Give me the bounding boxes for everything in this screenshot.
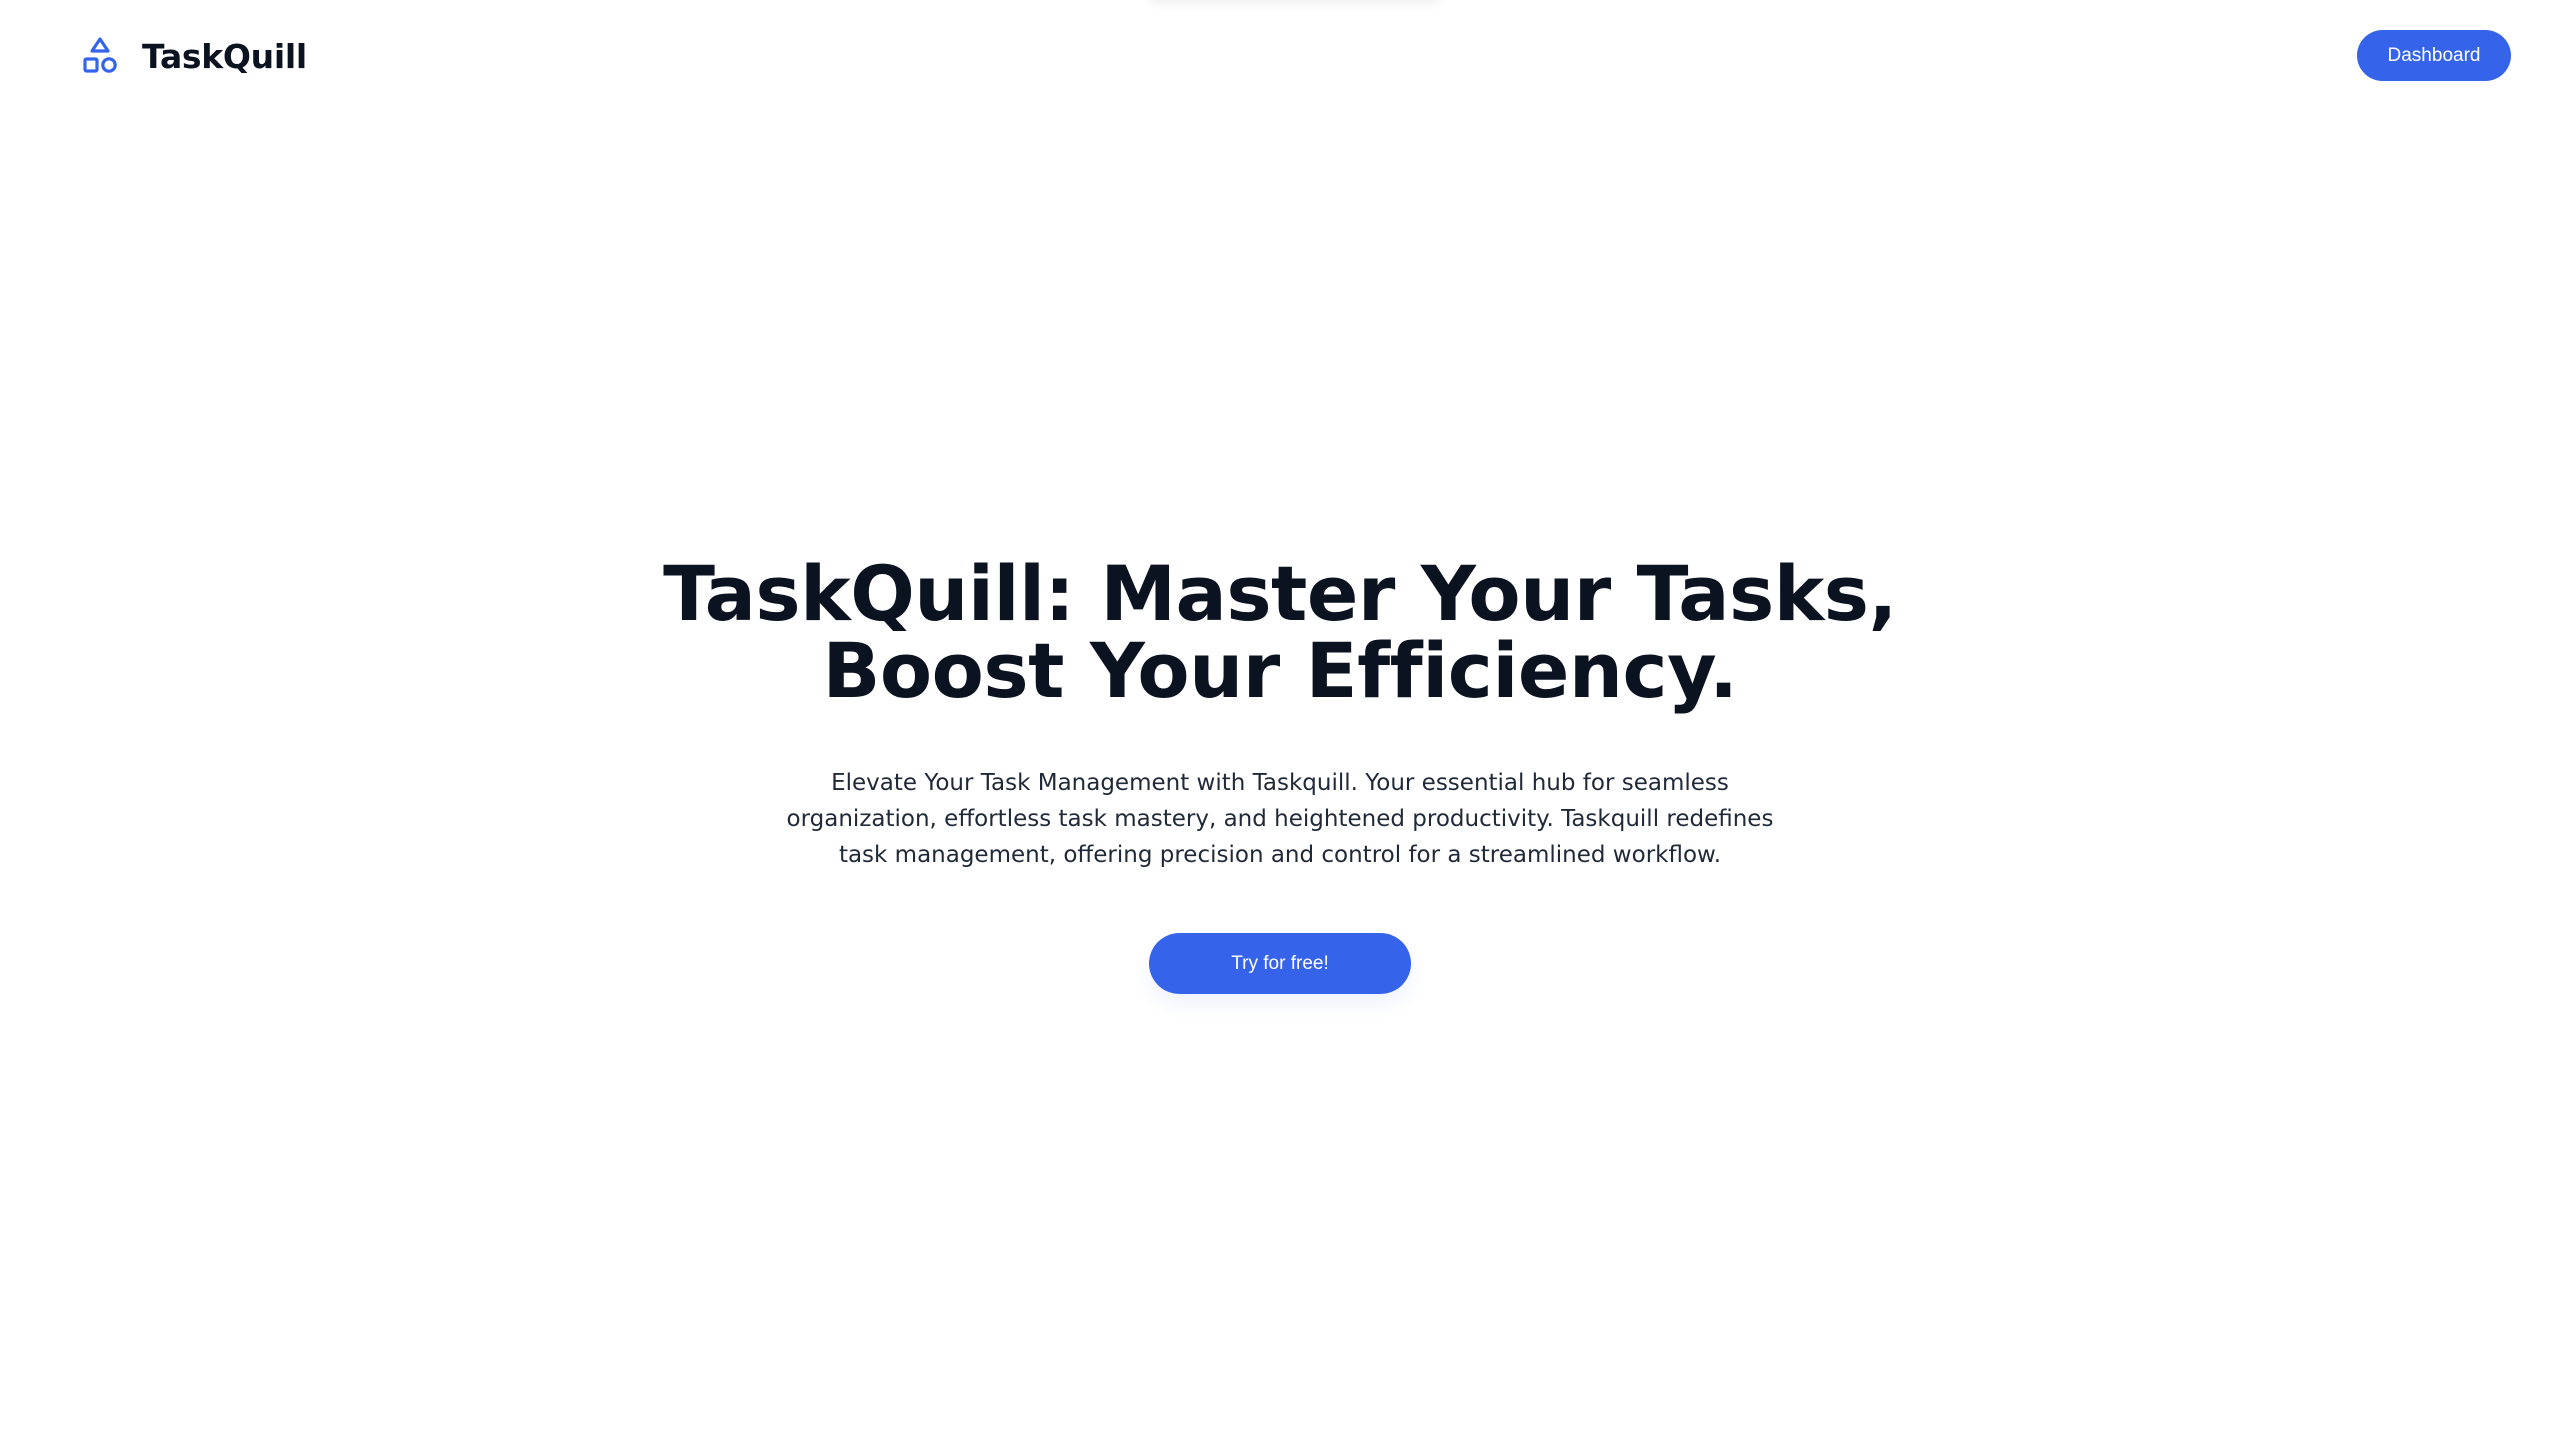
hero-title-line-1: TaskQuill: Master Your Tasks, xyxy=(663,549,1897,638)
hero-title: TaskQuill: Master Your Tasks, Boost Your… xyxy=(630,555,1930,709)
brand-name: TaskQuill xyxy=(142,36,307,76)
brand-logo-link[interactable]: TaskQuill xyxy=(82,34,307,78)
try-for-free-button[interactable]: Try for free! xyxy=(1149,933,1411,994)
hero-description: Elevate Your Task Management with Taskqu… xyxy=(786,770,1774,868)
navbar: TaskQuill Dashboard xyxy=(0,0,2560,112)
dashboard-button[interactable]: Dashboard xyxy=(2357,30,2511,81)
hero-title-line-2: Boost Your Efficiency. xyxy=(822,626,1738,715)
shapes-icon xyxy=(83,37,117,73)
landing-page: TaskQuill Dashboard TaskQuill: Master Yo… xyxy=(0,0,2560,1440)
hero-section: TaskQuill: Master Your Tasks, Boost Your… xyxy=(0,555,2560,994)
